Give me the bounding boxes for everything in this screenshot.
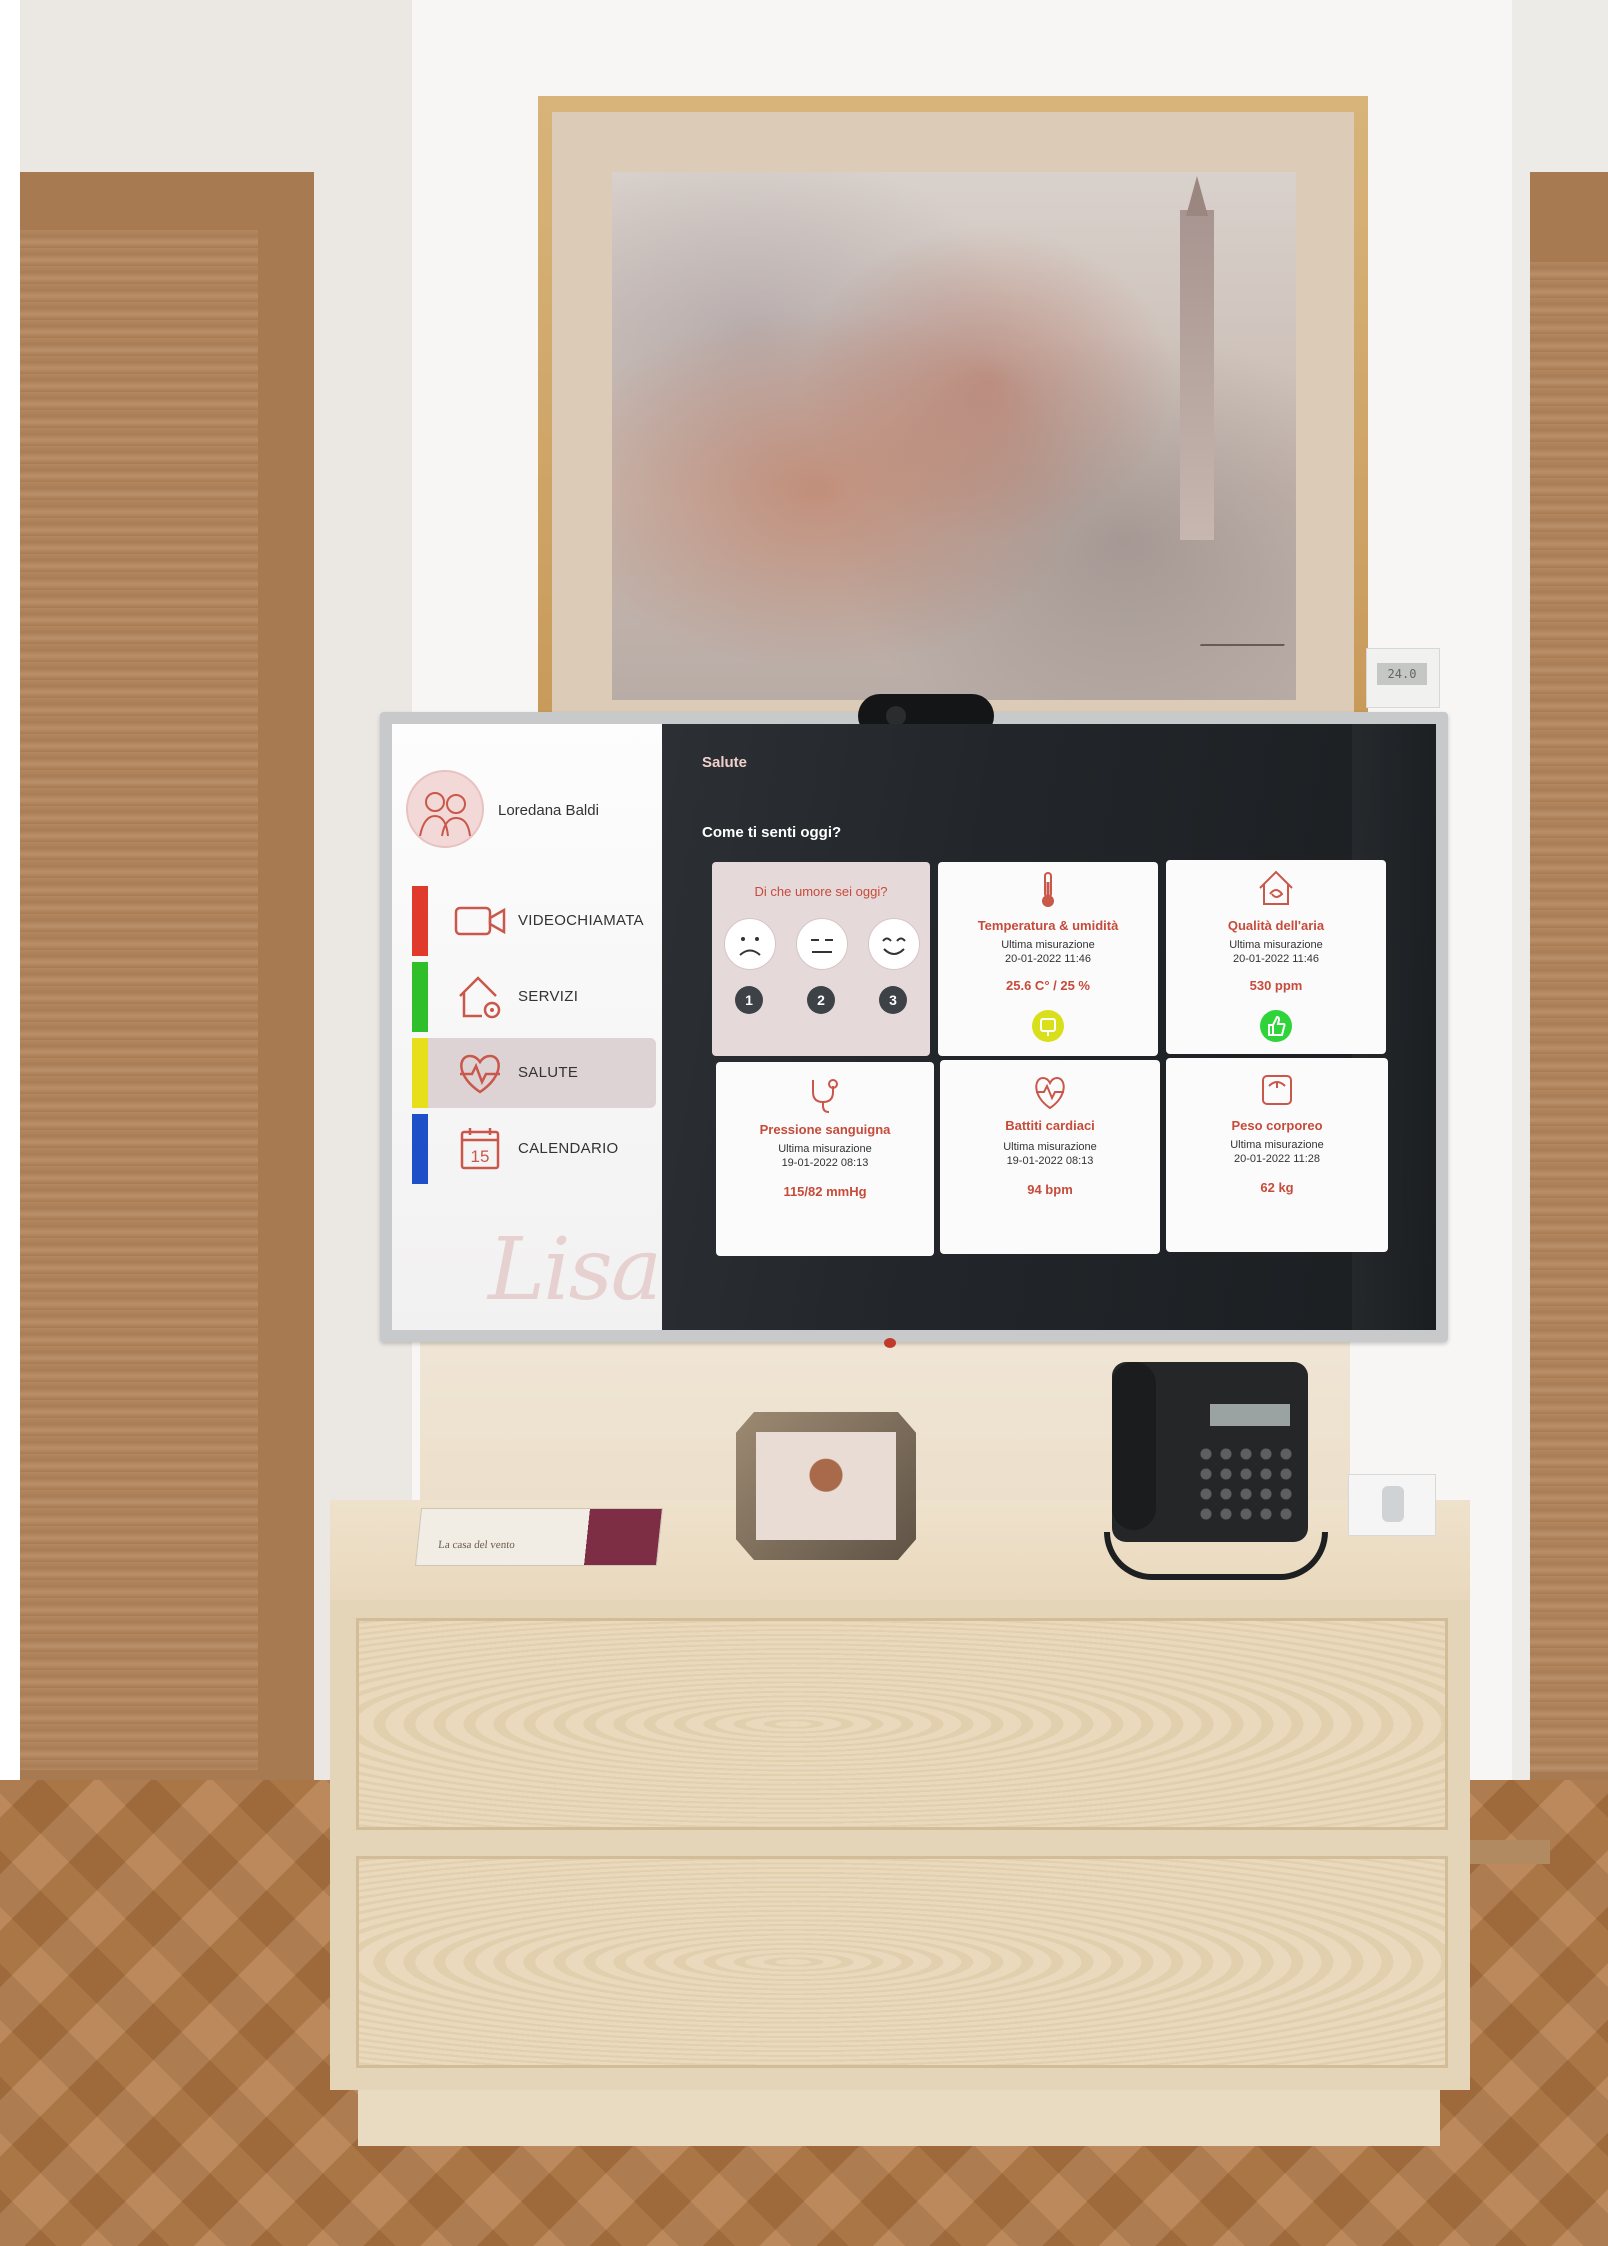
card-subtitle: Ultima misurazione	[1230, 1139, 1324, 1151]
mood-question: Come ti senti oggi?	[702, 824, 842, 841]
cabinet-drawer-top	[356, 1618, 1448, 1830]
webcam-lens-icon	[886, 706, 906, 726]
main-panel: Salute Come ti senti oggi? Di che umore …	[662, 724, 1436, 1330]
card-timestamp: 20-01-2022 11:28	[1233, 1153, 1321, 1165]
elderly-couple-icon	[419, 792, 471, 837]
nav-color-bar	[412, 886, 428, 956]
video-camera-icon	[454, 906, 506, 936]
nav-label: SERVIZI	[518, 988, 579, 1005]
card-value: 115/82 mmHg	[783, 1184, 867, 1199]
cabinet-plinth	[358, 2090, 1440, 2146]
wall-thermostat: 24.0	[1366, 648, 1440, 708]
tv-screen: Loredana Baldi VIDEOCHIAMATA SERVIZI SAL…	[392, 724, 1436, 1330]
nav-label: CALENDARIO	[518, 1140, 619, 1157]
thermostat-display: 24.0	[1377, 663, 1427, 685]
nav-item-servizi[interactable]: SERVIZI	[412, 962, 656, 1032]
card-value: 25.6 C° / 25 %	[1006, 978, 1090, 993]
mood-option-2[interactable]: 2	[807, 986, 835, 1014]
avatar[interactable]	[406, 770, 484, 848]
outlet-plug	[1382, 1486, 1404, 1522]
phone-display	[1210, 1404, 1290, 1426]
lisa-logo: Lisa	[488, 1220, 662, 1320]
nav-label: SALUTE	[518, 1064, 579, 1081]
nav-item-salute[interactable]: SALUTE	[412, 1038, 656, 1108]
phone-handset	[1112, 1362, 1156, 1530]
nav-item-videochiamata[interactable]: VIDEOCHIAMATA	[412, 886, 656, 956]
book: La casa del vento	[414, 1508, 664, 1566]
painting-bell-tower	[1180, 210, 1214, 540]
card-title: Peso corporeo	[1231, 1118, 1323, 1133]
card-title: Qualità dell'aria	[1227, 918, 1325, 933]
phone-cord	[1104, 1532, 1328, 1580]
blood-pressure-card[interactable]: Pressione sanguigna Ultima misurazione 1…	[716, 1062, 934, 1256]
tv-power-led	[884, 1338, 896, 1348]
card-subtitle: Ultima misurazione	[1003, 1141, 1097, 1153]
section-title: Salute	[702, 754, 748, 771]
painting-signature	[1199, 624, 1293, 646]
card-timestamp: 20-01-2022 11:46	[1232, 953, 1320, 965]
card-subtitle: Ultima misurazione	[778, 1143, 872, 1155]
card-title: Battiti cardiaci	[1005, 1118, 1095, 1133]
card-timestamp: 19-01-2022 08:13	[781, 1157, 869, 1169]
home-gear-icon	[459, 976, 501, 1019]
nav-color-bar	[412, 1114, 428, 1184]
temperature-card[interactable]: Temperatura & umidità Ultima misurazione…	[938, 862, 1158, 1056]
nav-label: VIDEOCHIAMATA	[518, 912, 644, 929]
heart-rate-card[interactable]: Battiti cardiaci Ultima misurazione 19-0…	[940, 1060, 1160, 1254]
mood-card: Di che umore sei oggi? 1 2 3	[712, 862, 930, 1056]
user-name: Loredana Baldi	[498, 802, 599, 819]
thumbs-down-icon	[1032, 1010, 1064, 1042]
card-title: Pressione sanguigna	[759, 1122, 891, 1137]
thermometer-icon	[1042, 872, 1054, 907]
card-timestamp: 19-01-2022 08:13	[1006, 1155, 1094, 1167]
air-quality-icon	[1259, 870, 1293, 905]
heart-pulse-icon	[460, 1054, 500, 1094]
mood-option-3[interactable]: 3	[879, 986, 907, 1014]
stethoscope-icon	[812, 1079, 838, 1113]
mood-card-title: Di che umore sei oggi?	[754, 884, 888, 899]
sidebar: Loredana Baldi VIDEOCHIAMATA SERVIZI SAL…	[392, 724, 662, 1330]
card-timestamp: 20-01-2022 11:46	[1004, 953, 1092, 965]
card-value: 62 kg	[1260, 1180, 1294, 1195]
card-title: Temperatura & umidità	[977, 918, 1119, 933]
door-left	[20, 230, 258, 1770]
nav-color-bar	[412, 962, 428, 1032]
framed-photo	[756, 1432, 896, 1540]
heartbeat-icon	[1035, 1076, 1065, 1110]
happy-face-icon[interactable]	[868, 918, 920, 970]
door-right	[1530, 262, 1608, 1772]
phone-keypad	[1196, 1444, 1296, 1524]
book-title: La casa del vento	[437, 1539, 516, 1551]
thumbs-up-icon	[1260, 1010, 1292, 1042]
scale-icon	[1262, 1075, 1292, 1105]
card-value: 530 ppm	[1249, 978, 1303, 993]
air-quality-card[interactable]: Qualità dell'aria Ultima misurazione 20-…	[1166, 860, 1386, 1054]
cabinet-drawer-bottom	[356, 1856, 1448, 2068]
neutral-face-icon[interactable]	[796, 918, 848, 970]
calendar-day: 15	[471, 1147, 490, 1166]
card-subtitle: Ultima misurazione	[1229, 939, 1323, 951]
card-value: 94 bpm	[1027, 1182, 1073, 1197]
calendar-icon: 15	[460, 1128, 500, 1170]
card-subtitle: Ultima misurazione	[1001, 939, 1095, 951]
mood-option-1[interactable]: 1	[735, 986, 763, 1014]
nav-color-bar	[412, 1038, 428, 1108]
nav-item-calendario[interactable]: 15 CALENDARIO	[412, 1114, 656, 1184]
weight-card[interactable]: Peso corporeo Ultima misurazione 20-01-2…	[1166, 1058, 1388, 1252]
sad-face-icon[interactable]	[724, 918, 776, 970]
